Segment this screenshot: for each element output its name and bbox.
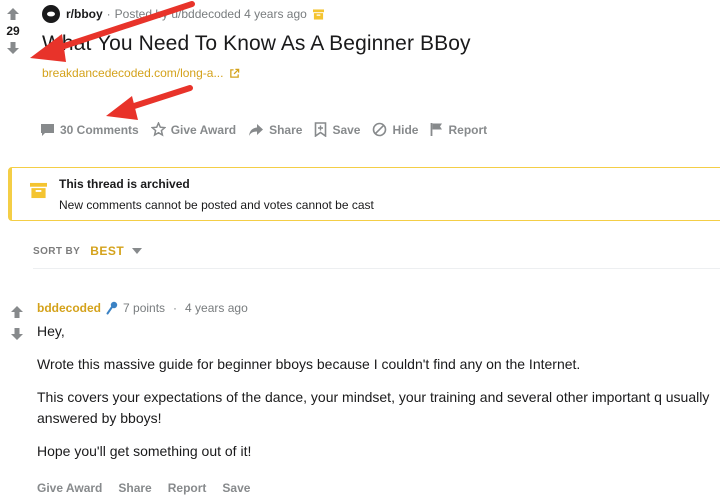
hide-icon	[373, 122, 387, 137]
comment-paragraph: Wrote this massive guide for beginner bb…	[37, 356, 581, 372]
post-meta: r/bboy · Posted by u/bddecoded 4 years a…	[42, 4, 324, 24]
archive-box-icon	[30, 182, 47, 199]
comment-save-button[interactable]: Save	[222, 481, 250, 495]
hide-button[interactable]: Hide	[372, 122, 418, 137]
comment-points: 7 points	[123, 301, 166, 315]
save-label: Save	[332, 122, 361, 137]
comment-report-button[interactable]: Report	[168, 481, 207, 495]
comments-label: 30 Comments	[60, 122, 139, 137]
comment-icon	[41, 123, 54, 136]
comment-paragraph: Hope you'll get something out of it!	[37, 443, 252, 459]
archived-icon	[312, 8, 324, 20]
comment-action-bar: Give Award Share Report Save	[37, 481, 266, 495]
give-award-label: Give Award	[170, 122, 237, 137]
link-text[interactable]: breakdancedecoded.com/long-a...	[42, 66, 223, 80]
comment-age: 4 years ago	[185, 301, 248, 315]
posted-by-text: Posted by u/bddecoded 4 years ago	[114, 7, 307, 21]
comment-upvote-icon[interactable]	[7, 302, 27, 322]
subreddit-avatar-icon[interactable]	[42, 5, 60, 23]
give-award-button[interactable]: Give Award	[150, 122, 237, 137]
post-score: 29	[6, 24, 20, 38]
comment-downvote-icon[interactable]	[7, 324, 27, 344]
post-action-bar: 30 Comments Give Award Share Save Hide R…	[40, 122, 499, 137]
microphone-icon	[106, 301, 118, 315]
award-icon	[150, 122, 166, 137]
upvote-arrow-icon[interactable]	[0, 4, 26, 24]
hide-label: Hide	[392, 122, 419, 137]
external-link-icon	[230, 68, 240, 78]
share-icon	[249, 123, 264, 136]
meta-separator: ·	[173, 301, 178, 315]
save-icon	[315, 122, 327, 137]
downvote-arrow-icon[interactable]	[0, 38, 26, 58]
comment-body: Hey, Wrote this massive guide for beginn…	[37, 321, 720, 474]
comment-paragraph: Hey,	[37, 323, 65, 339]
comment-author[interactable]: bddecoded	[37, 301, 101, 315]
archived-title: This thread is archived	[59, 177, 190, 191]
subreddit-link[interactable]: r/bboy	[66, 7, 103, 21]
sort-dropdown[interactable]: BEST	[90, 244, 124, 258]
comment-share-button[interactable]: Share	[118, 481, 151, 495]
report-label: Report	[448, 122, 488, 137]
sort-divider	[33, 268, 720, 269]
comments-button[interactable]: 30 Comments	[40, 123, 139, 137]
comment-paragraph: This covers your expectations of the dan…	[37, 389, 710, 426]
share-label: Share	[269, 122, 303, 137]
meta-separator: ·	[106, 7, 111, 21]
archived-message: New comments cannot be posted and votes …	[59, 198, 374, 212]
save-button[interactable]: Save	[314, 122, 360, 137]
post-vote-column: 29	[0, 0, 26, 58]
comment-give-award-button[interactable]: Give Award	[37, 481, 102, 495]
share-button[interactable]: Share	[248, 123, 302, 137]
annotation-arrow-comments	[106, 85, 193, 120]
caret-down-icon[interactable]	[132, 248, 143, 254]
report-button[interactable]: Report	[430, 122, 487, 137]
post-external-link[interactable]: breakdancedecoded.com/long-a...	[42, 66, 240, 80]
comment-meta: bddecoded 7 points · 4 years ago	[37, 301, 248, 315]
archived-notice	[8, 167, 720, 221]
comment-vote-column	[7, 302, 27, 344]
comment-sort: SORT BY BEST	[33, 244, 143, 258]
post-title[interactable]: What You Need To Know As A Beginner BBoy	[42, 32, 471, 56]
report-icon	[431, 123, 443, 136]
sort-by-label: SORT BY	[33, 245, 81, 257]
